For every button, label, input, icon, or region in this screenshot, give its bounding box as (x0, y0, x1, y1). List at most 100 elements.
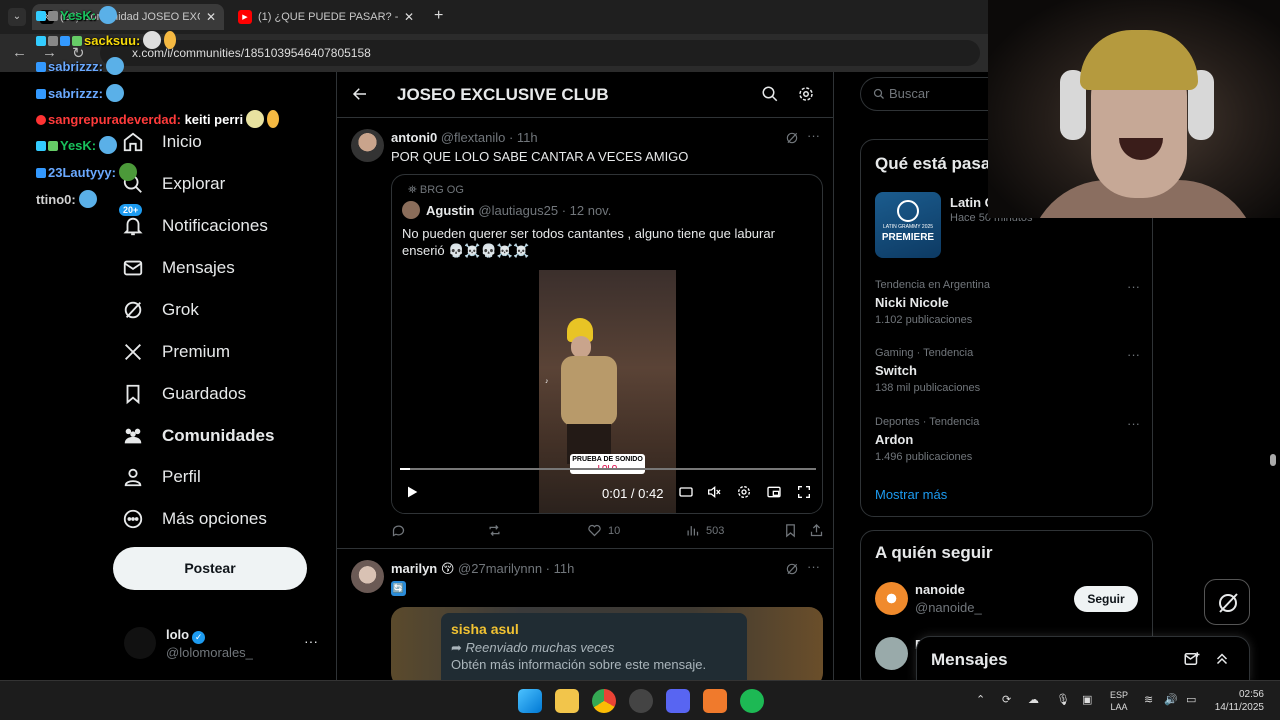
play-icon[interactable] (404, 484, 420, 500)
close-tab-icon[interactable]: ✕ (404, 10, 414, 24)
video-progress-bar[interactable] (400, 468, 816, 470)
featured-trend-image[interactable]: LATIN GRAMMY 2025 PREMIERE (875, 192, 941, 258)
new-message-icon[interactable] (1183, 650, 1201, 668)
retweet-button[interactable] (487, 523, 508, 538)
bookmark-button[interactable] (783, 523, 804, 538)
more-dots-icon[interactable]: ··· (304, 633, 318, 649)
nav-item-more-options[interactable]: Más opciones (122, 504, 267, 534)
messages-drawer[interactable]: Mensajes (916, 636, 1250, 682)
forwarded-label: ➦ Reenviado muchas veces (451, 640, 615, 655)
volume-icon[interactable]: 🔊 (1164, 693, 1178, 706)
page-scrollbar[interactable] (1268, 218, 1278, 680)
obs-icon[interactable] (629, 689, 653, 713)
chat-badge-icon (36, 62, 46, 72)
trend-item[interactable]: Deportes · Tendencia Ardon 1.496 publica… (875, 416, 1140, 463)
share-button[interactable] (809, 523, 830, 538)
face-emote-icon (246, 110, 265, 128)
tweet-media[interactable]: sisha asul ➦ Reenviado muchas veces Obté… (391, 607, 823, 680)
reply-button[interactable] (391, 523, 412, 538)
battery-icon[interactable]: ▭ (1186, 693, 1196, 706)
fullscreen-icon[interactable] (796, 484, 812, 500)
grok-icon[interactable] (785, 131, 799, 145)
system-clock[interactable]: 02:56 14/11/2025 (1208, 688, 1264, 714)
grok-floating-button[interactable] (1204, 579, 1250, 625)
language-indicator[interactable]: ESP LAA (1110, 689, 1128, 713)
nav-label: Más opciones (162, 509, 267, 528)
more-dots-icon[interactable]: ··· (807, 128, 820, 143)
trend-item[interactable]: Tendencia en Argentina Nicki Nicole 1.10… (875, 279, 1140, 326)
like-button[interactable]: 10 (587, 523, 620, 538)
post-button[interactable]: Postear (113, 547, 307, 590)
trend-count: 1.102 publicaciones (875, 314, 973, 326)
show-more-link[interactable]: Mostrar más (875, 487, 947, 502)
avatar[interactable] (351, 560, 384, 593)
sync-icon[interactable]: ⟳ (1002, 693, 1011, 706)
nav-item-profile[interactable]: Perfil (122, 462, 201, 492)
tweet-author[interactable]: marilyn 😚 @27marilynnn · 11h (391, 561, 574, 577)
spotify-icon[interactable] (740, 689, 764, 713)
chat-username: sacksuu: (84, 33, 141, 48)
captions-icon[interactable] (678, 484, 694, 500)
avatar[interactable] (875, 637, 908, 670)
cloud-icon[interactable]: ☁ (1028, 693, 1039, 706)
tweet-author[interactable]: antoni0 @flextanilo · 11h (391, 130, 538, 145)
nav-item-grok[interactable]: Grok (122, 295, 199, 325)
more-dots-icon[interactable]: ··· (1127, 279, 1140, 294)
chat-badge-icon (36, 141, 46, 151)
account-switcher[interactable]: lolo ✓ @lolomorales_ ··· (124, 625, 324, 665)
quoted-tweet[interactable]: ⛯ BRG OG Agustin @lautiagus25 · 12 nov. N… (391, 174, 823, 514)
gear-icon[interactable] (797, 85, 815, 103)
suggested-user-handle: @nanoide_ (915, 600, 982, 615)
picture-in-picture-icon[interactable] (766, 484, 782, 500)
trend-context: Gaming · Tendencia (875, 347, 974, 359)
tweet[interactable]: antoni0 @flextanilo · 11h ··· POR QUE LO… (337, 119, 833, 549)
microphone-icon[interactable]: 🎙 (1056, 693, 1070, 706)
author-handle: @flextanilo · 11h (440, 130, 538, 145)
x-logo-icon (125, 344, 141, 360)
views-icon (687, 526, 699, 536)
discord-icon[interactable] (666, 689, 690, 713)
new-tab-button[interactable]: + (434, 7, 443, 25)
trend-item[interactable]: Gaming · Tendencia Switch 138 mil public… (875, 347, 1140, 394)
video-player[interactable]: ♪ PRUEBA DE SONIDOLOLO 0:01 / 0:42 (392, 270, 822, 513)
globe-emote-icon (105, 57, 124, 75)
scrollbar-thumb[interactable] (1270, 454, 1276, 466)
avatar[interactable] (351, 129, 384, 162)
chevron-up-icon[interactable] (1213, 650, 1231, 668)
chat-message: ttino0: (36, 190, 97, 208)
suggested-user-name[interactable]: nanoide (915, 582, 965, 597)
more-dots-icon[interactable]: ··· (1127, 416, 1140, 431)
avatar[interactable] (875, 582, 908, 615)
more-dots-icon[interactable]: ··· (1127, 347, 1140, 362)
nav-item-notifications[interactable]: Notificaciones 20+ (118, 203, 268, 241)
message-sender: sisha asul (451, 621, 519, 637)
gear-icon[interactable] (736, 484, 752, 500)
grok-icon (124, 301, 142, 319)
chrome-icon[interactable] (592, 689, 616, 713)
forwarded-message-screenshot: sisha asul ➦ Reenviado muchas veces Obté… (441, 613, 747, 680)
windows-start-icon[interactable] (518, 689, 542, 713)
back-arrow-icon[interactable] (351, 85, 369, 103)
fl-studio-icon[interactable] (703, 689, 727, 713)
nav-label: Notificaciones (162, 216, 268, 235)
follow-button[interactable]: Seguir (1074, 586, 1138, 612)
account-name: lolo ✓ (166, 627, 206, 644)
display-icon[interactable]: ▣ (1082, 693, 1092, 706)
nav-item-bookmarks[interactable]: Guardados (122, 379, 246, 409)
grok-icon[interactable] (785, 562, 799, 576)
views-button[interactable]: 503 (685, 523, 724, 538)
nav-item-communities[interactable]: Comunidades (122, 421, 274, 451)
mute-icon[interactable] (706, 484, 722, 500)
wifi-icon[interactable]: ≋ (1144, 693, 1153, 706)
chevron-up-icon[interactable]: ⌃ (976, 693, 985, 706)
video-frame: ♪ PRUEBA DE SONIDOLOLO (539, 270, 676, 513)
search-input[interactable]: Buscar (860, 77, 1000, 111)
chat-badge-icon (36, 11, 46, 21)
file-explorer-icon[interactable] (555, 689, 579, 713)
repeat-emoji-icon: 🔄 (391, 581, 406, 596)
nav-item-premium[interactable]: Premium (122, 337, 230, 367)
search-icon[interactable] (761, 85, 779, 103)
more-dots-icon[interactable]: ··· (807, 559, 820, 574)
nav-item-messages[interactable]: Mensajes (122, 253, 235, 283)
chat-badge-icon (36, 115, 46, 125)
